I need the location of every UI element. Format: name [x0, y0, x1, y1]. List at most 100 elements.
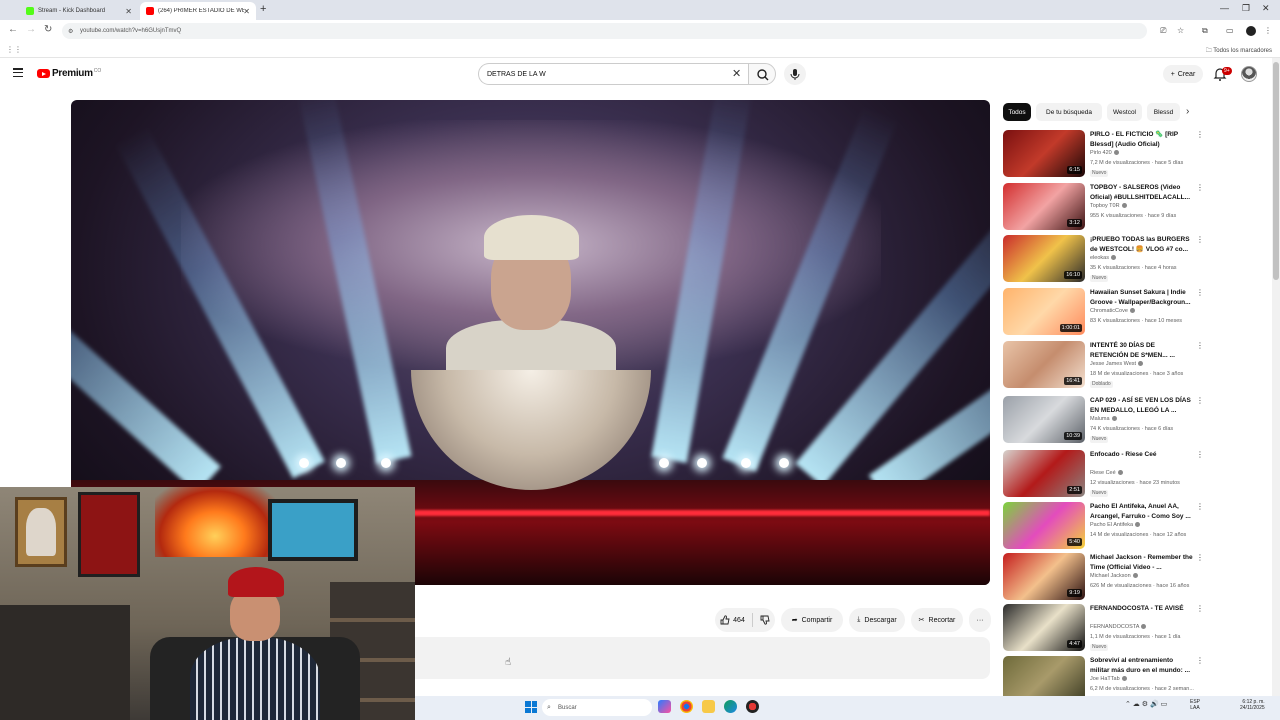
extensions-icon[interactable]: ⧉ — [1202, 26, 1208, 36]
close-icon[interactable]: ✕ — [243, 7, 250, 16]
more-vertical-icon[interactable]: ⋮ — [1196, 657, 1204, 665]
voice-search-button[interactable] — [784, 63, 806, 85]
chevron-right-icon[interactable]: › — [1186, 106, 1189, 117]
video-title[interactable]: CAP 029 - ASÍ SE VEN LOS DÍAS EN MEDALLO… — [1090, 396, 1194, 415]
chrome-icon[interactable] — [680, 700, 693, 713]
chip-westcol[interactable]: Westcol — [1107, 103, 1142, 121]
taskbar-clock[interactable]: 6:12 p. m. 24/11/2025 — [1240, 699, 1265, 711]
create-button[interactable]: + Crear — [1163, 65, 1203, 83]
video-title[interactable]: Pacho El Antifeka, Anuel AA, Arcangel, F… — [1090, 502, 1194, 521]
channel-name[interactable]: Topboy T0R — [1090, 203, 1127, 209]
windows-start-icon[interactable] — [525, 701, 537, 713]
channel-name[interactable]: Joe HaTTab — [1090, 676, 1127, 682]
language-indicator[interactable]: ESP LAA — [1190, 699, 1200, 711]
search-button[interactable] — [748, 63, 776, 85]
more-actions-button[interactable]: ··· — [969, 608, 991, 632]
channel-name[interactable]: ChromaticCove — [1090, 308, 1135, 314]
forward-icon[interactable]: → — [26, 24, 36, 35]
video-thumbnail[interactable]: 3:12 — [1003, 183, 1085, 230]
video-thumbnail[interactable]: 2:51 — [1003, 450, 1085, 497]
download-button[interactable]: ⤓ Descargar — [849, 608, 905, 632]
obs-icon[interactable] — [746, 700, 759, 713]
video-thumbnail[interactable]: 1:00:01 — [1003, 288, 1085, 335]
more-vertical-icon[interactable]: ⋮ — [1196, 236, 1204, 244]
hamburger-menu-icon[interactable] — [13, 68, 23, 78]
clip-button[interactable]: ✂ Recortar — [911, 608, 963, 632]
page-scrollbar-thumb[interactable] — [1273, 62, 1279, 280]
taskbar-search[interactable]: ⌕ Buscar — [542, 699, 652, 716]
video-title[interactable]: Michael Jackson - Remember the Time (Off… — [1090, 553, 1194, 572]
install-app-icon[interactable]: ⎚ — [1160, 26, 1166, 36]
all-bookmarks-button[interactable]: 🗀 Todos los marcadores — [1206, 46, 1272, 56]
bookmark-star-icon[interactable]: ☆ — [1177, 26, 1184, 35]
chip-de-tu-busqueda[interactable]: De tu búsqueda — [1036, 103, 1102, 121]
more-vertical-icon[interactable]: ⋮ — [1196, 397, 1204, 405]
file-explorer-icon[interactable] — [702, 700, 715, 713]
more-vertical-icon[interactable]: ⋮ — [1196, 289, 1204, 297]
more-vertical-icon[interactable]: ⋮ — [1196, 503, 1204, 511]
video-thumbnail[interactable]: 16:10 — [1003, 235, 1085, 282]
more-vertical-icon[interactable]: ⋮ — [1196, 605, 1204, 613]
video-title[interactable]: PIRLO - EL FICTICIO 🦠 [RIP Blessd] (Audi… — [1090, 130, 1194, 149]
channel-name[interactable]: FERNANDOCOSTA — [1090, 624, 1147, 630]
video-title[interactable]: Sobreviví al entrenamiento militar más d… — [1090, 656, 1194, 675]
more-vertical-icon[interactable]: ⋮ — [1196, 451, 1204, 459]
edge-icon[interactable] — [724, 700, 737, 713]
channel-name[interactable]: Pirlo 420 — [1090, 150, 1119, 156]
thumbs-down-icon[interactable] — [760, 615, 770, 625]
like-button[interactable]: 464 — [720, 615, 745, 625]
site-info-icon[interactable]: ⚙ — [68, 28, 73, 35]
channel-name[interactable]: Pacho El Antifeka — [1090, 522, 1141, 528]
window-close-icon[interactable]: ✕ — [1262, 3, 1270, 14]
search-input[interactable]: DETRAS DE LA W — [478, 63, 748, 85]
video-thumbnail[interactable]: 10:39 — [1003, 396, 1085, 443]
recommended-video[interactable]: 16:41 INTENTÉ 30 DÍAS DE RETENCIÓN DE S*M… — [1003, 341, 1204, 389]
video-title[interactable]: ¡PRUEBO TODAS las BURGERS de WESTCOL! 🍔 … — [1090, 235, 1194, 254]
browser-profile-avatar[interactable] — [1246, 26, 1256, 36]
recommended-video[interactable]: 16:10 ¡PRUEBO TODAS las BURGERS de WESTCO… — [1003, 235, 1204, 283]
channel-name[interactable]: Maluma — [1090, 416, 1117, 422]
video-thumbnail[interactable]: 16:41 — [1003, 341, 1085, 388]
video-title[interactable]: Enfocado - Riese Ceé — [1090, 450, 1194, 460]
maximize-icon[interactable]: ❐ — [1242, 3, 1250, 14]
apps-grid-icon[interactable]: ⋮⋮ — [6, 45, 22, 54]
clear-search-icon[interactable]: ✕ — [732, 67, 741, 80]
youtube-premium-logo[interactable]: Premium CO — [37, 68, 101, 79]
video-thumbnail[interactable]: 9:19 — [1003, 553, 1085, 600]
tab-youtube-video[interactable]: (264) PRIMER ESTADIO DE WE... ✕ — [140, 2, 256, 20]
recommended-video[interactable]: 5:40 Pacho El Antifeka, Anuel AA, Arcange… — [1003, 502, 1204, 550]
channel-name[interactable]: Michael Jackson — [1090, 573, 1138, 579]
channel-name[interactable]: Jesse James West — [1090, 361, 1144, 367]
minimize-icon[interactable]: — — [1220, 3, 1229, 13]
tab-kick-dashboard[interactable]: Stream - Kick Dashboard ✕ — [20, 2, 138, 20]
back-icon[interactable]: ← — [8, 24, 18, 35]
menu-dots-icon[interactable]: ⋮ — [1264, 26, 1272, 35]
address-bar[interactable]: ⚙ youtube.com/watch?v=h6GUsjnTmvQ — [62, 23, 1147, 39]
recommended-video[interactable]: 4:47 FERNANDOCOSTA - TE AVISÉ FERNANDOCOST… — [1003, 604, 1204, 652]
chip-todos[interactable]: Todos — [1003, 103, 1031, 121]
video-thumbnail[interactable]: 4:47 — [1003, 604, 1085, 651]
channel-name[interactable]: Riese Ceé — [1090, 470, 1123, 476]
chip-blessd[interactable]: Blessd — [1147, 103, 1180, 121]
copilot-icon[interactable] — [658, 700, 671, 713]
share-button[interactable]: ➦ Compartir — [781, 608, 843, 632]
recommended-video[interactable]: 2:51 Enfocado - Riese Ceé Riese Ceé 12 visu… — [1003, 450, 1204, 498]
recommended-video[interactable]: 6:15 PIRLO - EL FICTICIO 🦠 [RIP Blessd] (… — [1003, 130, 1204, 178]
more-vertical-icon[interactable]: ⋮ — [1196, 342, 1204, 350]
recommended-video[interactable]: 10:39 CAP 029 - ASÍ SE VEN LOS DÍAS EN ME… — [1003, 396, 1204, 444]
recommended-video[interactable]: 3:12 TOPBOY - SALSEROS (Video Oficial) #B… — [1003, 183, 1204, 231]
channel-name[interactable]: eleokas — [1090, 255, 1116, 261]
video-title[interactable]: INTENTÉ 30 DÍAS DE RETENCIÓN DE S*MEN...… — [1090, 341, 1194, 360]
more-vertical-icon[interactable]: ⋮ — [1196, 184, 1204, 192]
video-title[interactable]: TOPBOY - SALSEROS (Video Oficial) #BULLS… — [1090, 183, 1194, 202]
recommended-video[interactable]: 1:00:01 Hawaiian Sunset Sakura | Indie Gr… — [1003, 288, 1204, 336]
split-icon[interactable]: ▭ — [1226, 26, 1234, 35]
video-thumbnail[interactable]: 6:15 — [1003, 130, 1085, 177]
account-avatar[interactable] — [1241, 66, 1257, 82]
video-thumbnail[interactable]: 5:40 — [1003, 502, 1085, 549]
recommended-video[interactable]: 9:19 Michael Jackson - Remember the Time … — [1003, 553, 1204, 601]
reload-icon[interactable]: ↻ — [44, 24, 52, 35]
new-tab-icon[interactable]: + — [260, 3, 266, 15]
video-title[interactable]: FERNANDOCOSTA - TE AVISÉ — [1090, 604, 1194, 614]
system-tray[interactable]: ⌃ ☁ ⚙ 🔊 ▭ — [1125, 700, 1167, 708]
